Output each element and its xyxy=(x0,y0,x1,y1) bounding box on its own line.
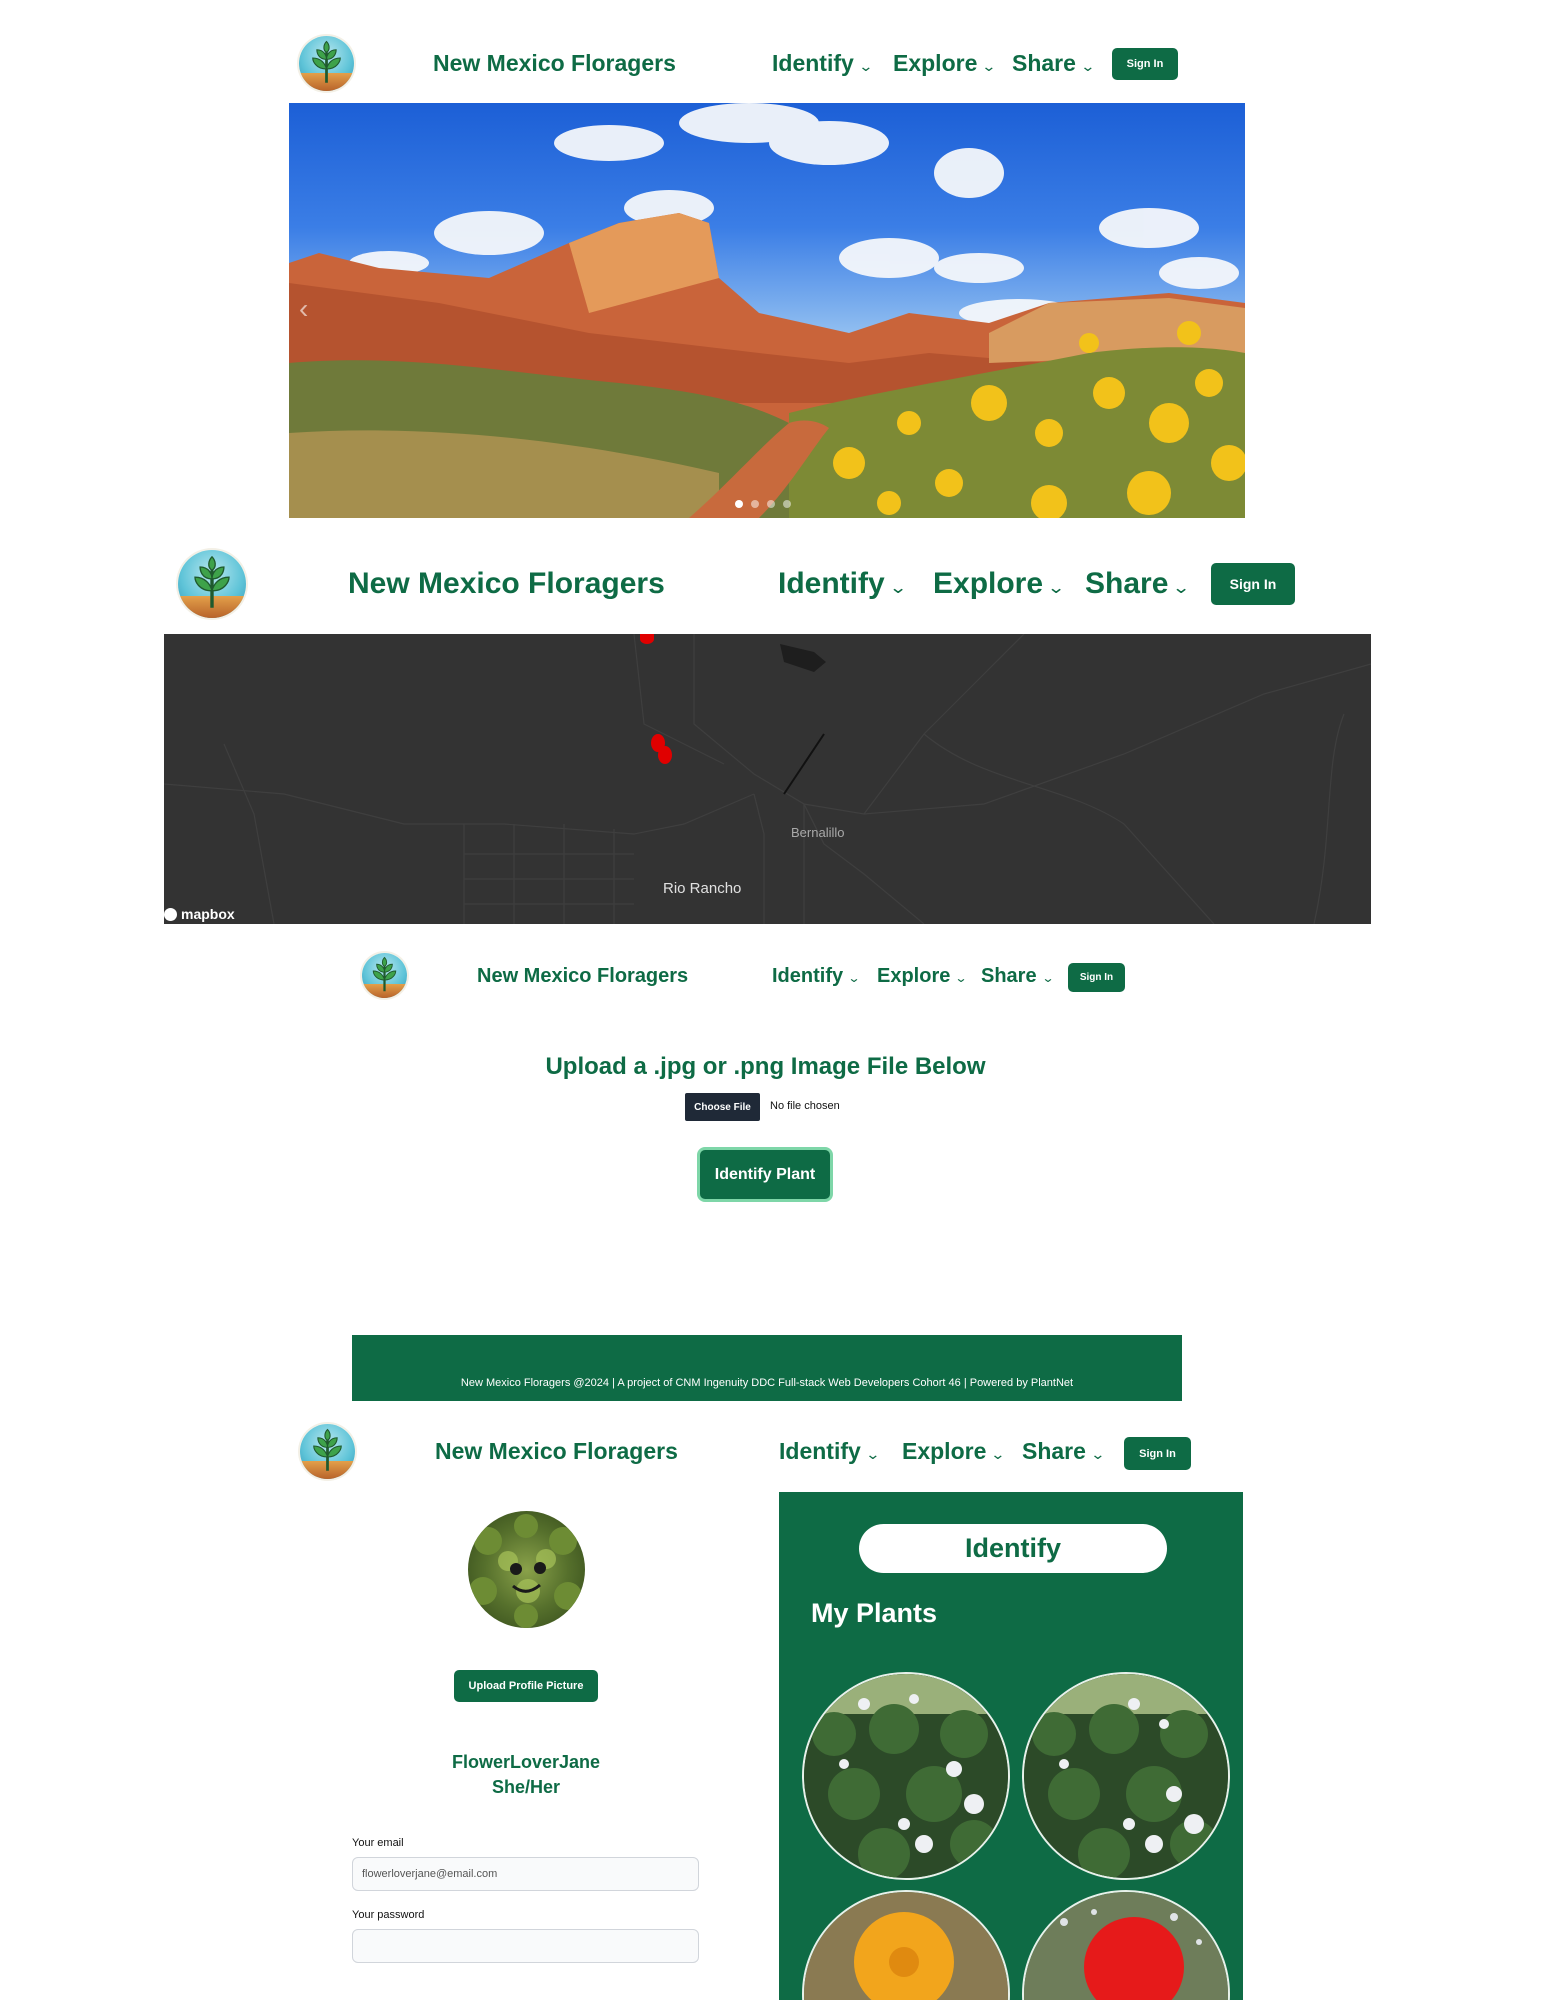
footer-text: New Mexico Floragers @2024 | A project o… xyxy=(460,1377,1074,1389)
panel-identify-button[interactable]: Identify xyxy=(859,1524,1167,1573)
chevron-down-icon: ⌄ xyxy=(865,1446,881,1462)
sign-in-button[interactable]: Sign In xyxy=(1112,48,1178,80)
email-label: Your email xyxy=(352,1837,404,1849)
chevron-down-icon: ⌄ xyxy=(954,971,968,985)
brand-title[interactable]: New Mexico Floragers xyxy=(348,567,665,601)
nav-share-label: Share xyxy=(981,965,1037,987)
brand-title[interactable]: New Mexico Floragers xyxy=(477,965,688,988)
no-file-status: No file chosen xyxy=(770,1100,840,1112)
my-plants-panel: Identify My Plants xyxy=(779,1492,1243,2000)
profile-pronouns: She/Her xyxy=(491,1777,561,1797)
chevron-down-icon: ⌄ xyxy=(1046,578,1066,597)
upload-heading: Upload a .jpg or .png Image File Below xyxy=(545,1053,986,1080)
chevron-down-icon: ⌄ xyxy=(1090,1446,1106,1462)
nav-explore-label: Explore xyxy=(893,50,978,76)
chevron-down-icon: ⌄ xyxy=(981,58,997,74)
carousel-dot[interactable] xyxy=(735,500,743,508)
map-view[interactable]: Bernalillo Rio Rancho mapbox xyxy=(164,634,1371,924)
chevron-down-icon: ⌄ xyxy=(1041,971,1055,985)
nav-share-label: Share xyxy=(1085,567,1169,600)
tree-sapling-icon[interactable] xyxy=(300,1424,355,1479)
nav-share[interactable]: Share ⌄ xyxy=(1085,567,1191,601)
identify-plant-button[interactable]: Identify Plant xyxy=(700,1150,830,1199)
carousel-dot[interactable] xyxy=(767,500,775,508)
sign-in-button[interactable]: Sign In xyxy=(1124,1437,1191,1470)
footer: New Mexico Floragers @2024 | A project o… xyxy=(352,1335,1182,1401)
carousel-prev-icon[interactable]: ‹ xyxy=(299,293,308,325)
plant-photo-white-flowers xyxy=(804,1674,1008,1878)
map-roads xyxy=(164,634,1371,924)
nav-identify[interactable]: Identify ⌄ xyxy=(778,567,908,601)
carousel-dot[interactable] xyxy=(751,500,759,508)
sign-in-button[interactable]: Sign In xyxy=(1068,963,1125,992)
nav-identify-label: Identify xyxy=(779,1438,861,1464)
nav-explore-label: Explore xyxy=(933,567,1044,600)
email-field-value: flowerloverjane@email.com xyxy=(362,1868,498,1880)
plant-thumbnail[interactable] xyxy=(802,1672,1010,1880)
nav-identify[interactable]: Identify ⌄ xyxy=(779,1438,881,1465)
nav-share[interactable]: Share ⌄ xyxy=(1012,50,1096,77)
avatar[interactable] xyxy=(468,1511,585,1628)
mapbox-attribution[interactable]: mapbox xyxy=(164,906,235,922)
map-marker[interactable] xyxy=(640,634,654,644)
password-label: Your password xyxy=(352,1909,425,1921)
upload-profile-picture-button[interactable]: Upload Profile Picture xyxy=(454,1670,598,1702)
nav-explore[interactable]: Explore ⌄ xyxy=(902,1438,1006,1465)
map-label-bernalillo: Bernalillo xyxy=(791,825,845,840)
chevron-down-icon: ⌄ xyxy=(847,971,861,985)
nav-explore-label: Explore xyxy=(877,965,951,987)
my-plants-heading: My Plants xyxy=(811,1598,938,1628)
brand-title[interactable]: New Mexico Floragers xyxy=(435,1438,678,1465)
nav-share[interactable]: Share ⌄ xyxy=(1022,1438,1106,1465)
chevron-down-icon: ⌄ xyxy=(990,1446,1006,1462)
avatar-plant-face xyxy=(469,1514,582,1628)
hero-carousel: ‹ xyxy=(289,103,1245,518)
brand-title[interactable]: New Mexico Floragers xyxy=(433,50,676,77)
nav-identify[interactable]: Identify ⌄ xyxy=(772,50,874,77)
mapbox-logo-icon xyxy=(164,907,177,921)
nav-identify-label: Identify xyxy=(778,567,885,600)
choose-file-button[interactable]: Choose File xyxy=(685,1093,760,1121)
chevron-down-icon: ⌄ xyxy=(858,58,874,74)
map-marker[interactable] xyxy=(658,746,672,764)
hero-landscape-image xyxy=(289,103,1245,518)
nav-explore[interactable]: Explore ⌄ xyxy=(877,965,968,988)
nav-identify[interactable]: Identify ⌄ xyxy=(772,965,861,988)
carousel-dot[interactable] xyxy=(783,500,791,508)
chevron-down-icon: ⌄ xyxy=(1172,578,1191,597)
tree-sapling-icon[interactable] xyxy=(178,550,246,618)
profile-username: FlowerLoverJane xyxy=(451,1752,601,1772)
map-label-rio-rancho: Rio Rancho xyxy=(663,880,742,897)
chevron-down-icon: ⌄ xyxy=(1080,58,1096,74)
nav-share-label: Share xyxy=(1012,50,1076,76)
sign-in-button[interactable]: Sign In xyxy=(1211,563,1295,605)
nav-explore-label: Explore xyxy=(902,1438,987,1464)
plant-thumbnail[interactable] xyxy=(802,1890,1010,2000)
carousel-dots xyxy=(735,500,791,508)
nav-explore[interactable]: Explore ⌄ xyxy=(893,50,997,77)
plant-thumbnail[interactable] xyxy=(1022,1672,1230,1880)
tree-sapling-icon[interactable] xyxy=(362,953,407,998)
plant-photo-white-flowers xyxy=(1024,1674,1228,1878)
password-field[interactable] xyxy=(352,1929,699,1963)
plant-thumbnail[interactable] xyxy=(1022,1890,1230,2000)
nav-share-label: Share xyxy=(1022,1438,1086,1464)
plant-photo-red-poppy xyxy=(1024,1892,1228,2000)
nav-identify-label: Identify xyxy=(772,965,844,987)
nav-identify-label: Identify xyxy=(772,50,854,76)
chevron-down-icon: ⌄ xyxy=(888,578,908,597)
tree-sapling-icon[interactable] xyxy=(299,36,354,91)
email-field[interactable]: flowerloverjane@email.com xyxy=(352,1857,699,1891)
nav-explore[interactable]: Explore ⌄ xyxy=(933,567,1066,601)
nav-share[interactable]: Share ⌄ xyxy=(981,965,1055,988)
mapbox-text: mapbox xyxy=(181,906,235,922)
plant-photo-yellow-poppy xyxy=(804,1892,1008,2000)
